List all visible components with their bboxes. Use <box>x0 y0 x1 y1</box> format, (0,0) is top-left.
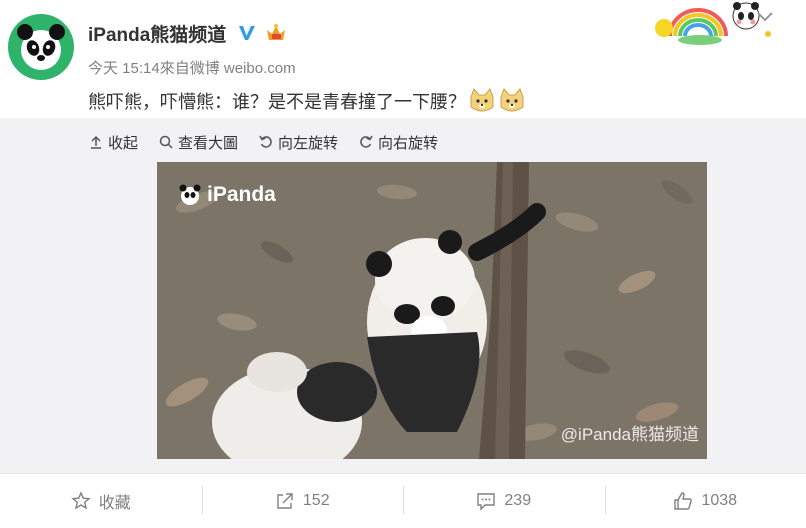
repost-count: 152 <box>303 492 330 510</box>
post-meta: 今天 15:14來自微博 weibo.com <box>88 57 296 78</box>
media-toolbar: 收起 查看大圖 向左旋转 向右旋转 <box>88 130 438 154</box>
avatar[interactable] <box>8 14 74 80</box>
like-button[interactable]: 1038 <box>605 474 806 528</box>
comment-count: 239 <box>504 492 531 510</box>
comment-icon <box>476 491 496 511</box>
rotate-right-icon <box>358 134 374 150</box>
photo-watermark-corner: @iPanda熊猫频道 <box>561 420 699 445</box>
favorite-button[interactable]: 收藏 <box>0 474 202 528</box>
action-bar: 收藏 152 239 1038 <box>0 473 806 528</box>
rotate-left-label: 向左旋转 <box>278 132 338 153</box>
favorite-label: 收藏 <box>99 489 131 513</box>
rotate-right-label: 向右旋转 <box>378 132 438 153</box>
like-count: 1038 <box>701 492 737 510</box>
collapse-label: 收起 <box>108 132 138 153</box>
view-large-label: 查看大圖 <box>178 132 238 153</box>
collapse-button[interactable]: 收起 <box>88 130 138 154</box>
star-icon <box>71 491 91 511</box>
chevron-down-icon[interactable] <box>756 10 774 24</box>
media-panel: 收起 查看大圖 向左旋转 向右旋转 <box>0 118 806 473</box>
panda-logo-icon <box>177 182 203 208</box>
verified-icon <box>236 22 258 44</box>
username[interactable]: iPanda熊猫频道 <box>88 20 226 47</box>
panda-photo[interactable]: iPanda @iPanda熊猫频道 <box>157 162 707 459</box>
post-text: 熊吓熊，吓懵熊：谁？是不是青春撞了一下腰？ <box>88 92 466 112</box>
photo-watermark-text: iPanda <box>207 183 276 207</box>
arrow-up-icon <box>88 134 104 150</box>
rotate-right-button[interactable]: 向右旋转 <box>358 130 438 154</box>
rotate-left-icon <box>258 134 274 150</box>
panda-face-icon <box>8 14 74 80</box>
photo-watermark-logo: iPanda <box>177 182 276 208</box>
view-large-button[interactable]: 查看大圖 <box>158 130 238 154</box>
doge-emoji-icon <box>498 87 526 115</box>
post-content: 熊吓熊，吓懵熊：谁？是不是青春撞了一下腰？ <box>88 87 526 115</box>
thumbs-up-icon <box>673 491 693 511</box>
repost-icon <box>275 491 295 511</box>
rotate-left-button[interactable]: 向左旋转 <box>258 130 338 154</box>
vip-crown-icon[interactable] <box>264 22 288 44</box>
post-header: iPanda熊猫频道 今天 15:14來自微博 weibo.com 熊吓熊，吓懵… <box>0 0 806 118</box>
doge-emoji-icon <box>468 87 496 115</box>
repost-button[interactable]: 152 <box>202 474 404 528</box>
comment-button[interactable]: 239 <box>403 474 605 528</box>
search-icon <box>158 134 174 150</box>
